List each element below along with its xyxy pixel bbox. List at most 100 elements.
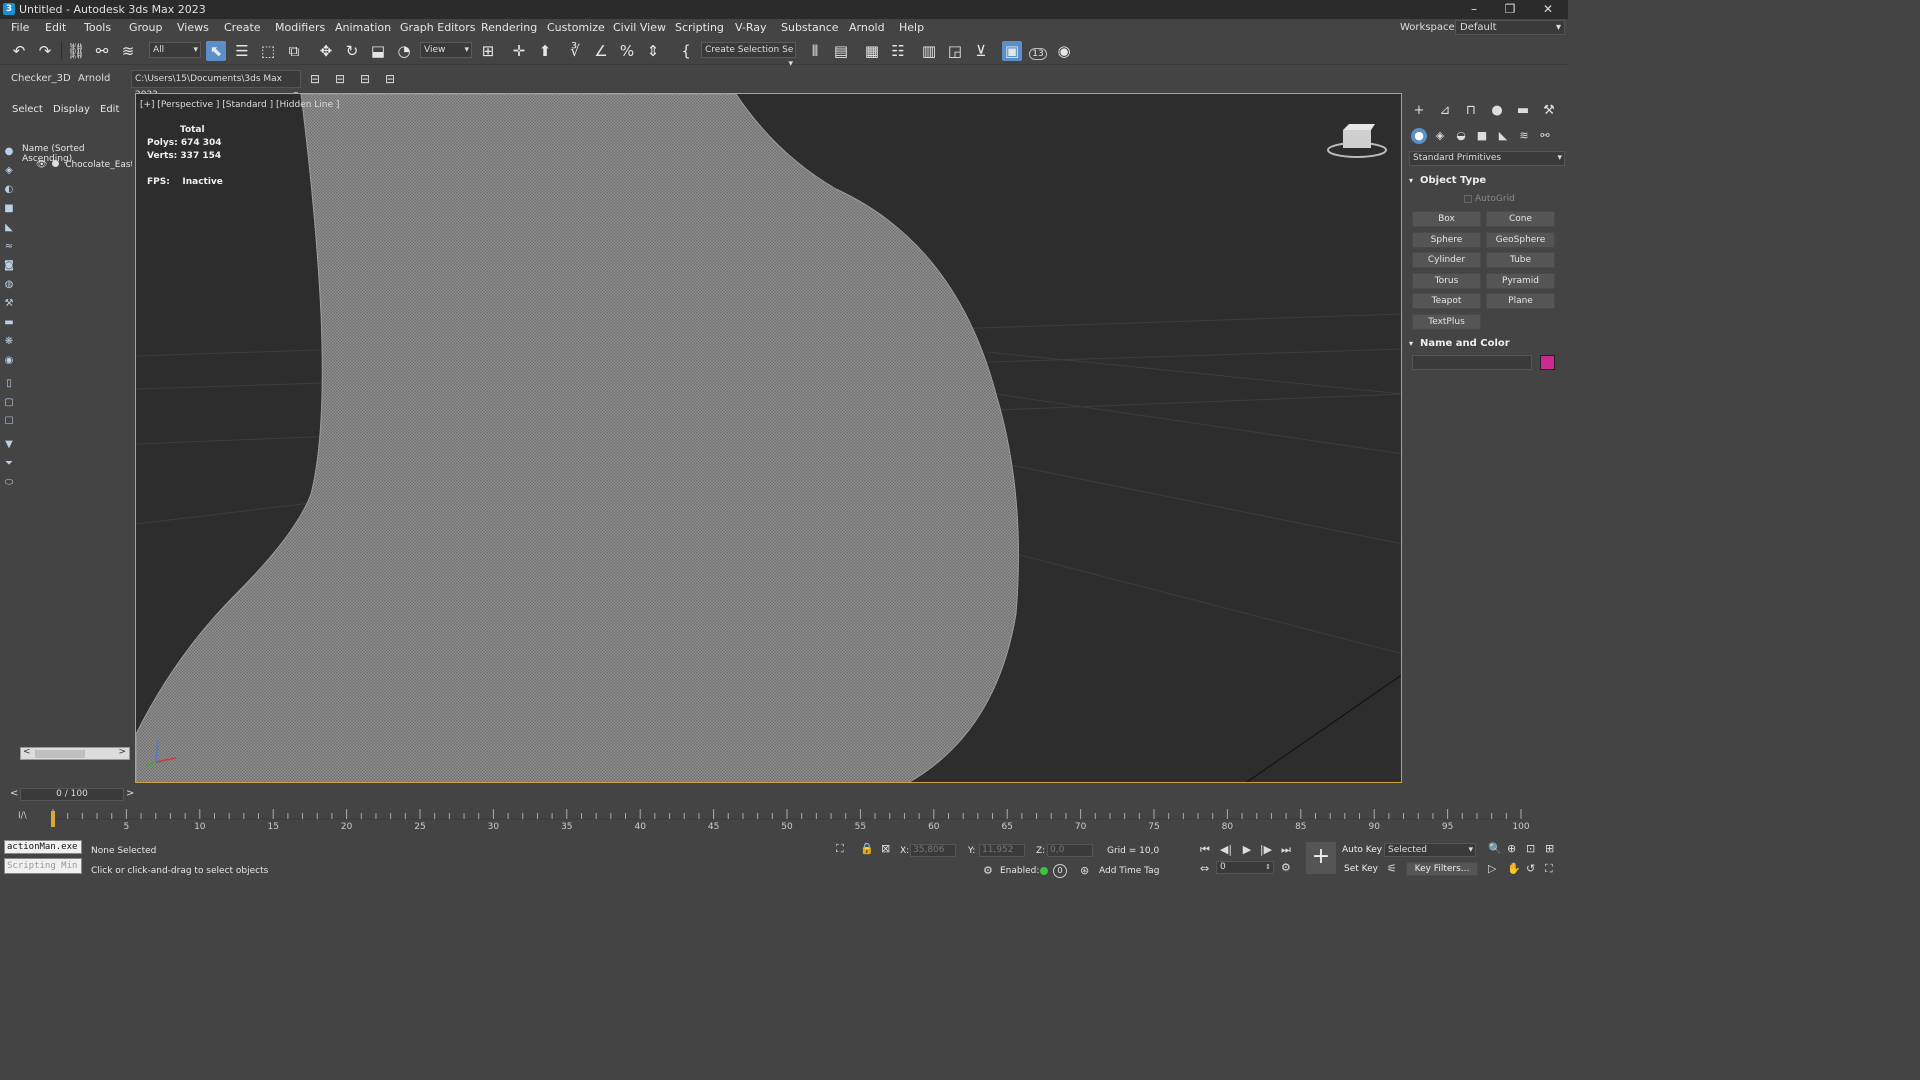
render-setup-icon[interactable]: 13 — [1028, 41, 1048, 61]
z-coordinate-field[interactable]: 0,0 — [1047, 844, 1093, 857]
material-editor-icon[interactable]: ▣ — [1002, 41, 1022, 61]
menu-edit[interactable]: Edit — [45, 21, 66, 34]
orbit-icon[interactable]: ↺ — [1526, 862, 1535, 875]
adaptive-degradation-icon[interactable]: ⚙ — [983, 864, 993, 877]
angle-snap-icon[interactable]: ∠ — [591, 41, 611, 61]
display-groups-icon[interactable]: ◍ — [3, 279, 15, 291]
undo-icon[interactable]: ↶ — [9, 41, 29, 61]
shapes-category-icon[interactable]: ◈ — [1432, 128, 1448, 144]
textplus-button[interactable]: TextPlus — [1412, 314, 1481, 330]
display-shapes-icon[interactable]: ◐ — [3, 184, 15, 196]
menu-views[interactable]: Views — [177, 21, 209, 34]
previous-frame-icon[interactable]: < — [10, 788, 18, 799]
zoom-icon[interactable]: 🔍 — [1488, 842, 1502, 855]
time-configuration-icon[interactable]: ⚙ — [1281, 861, 1291, 874]
bind-space-warp-icon[interactable]: ≋ — [118, 41, 138, 61]
scrollbar-thumb[interactable] — [35, 750, 85, 758]
set-key-plus-icon[interactable]: + — [1306, 842, 1336, 874]
maxscript-listener-output[interactable]: actionMan.exe — [4, 840, 82, 854]
project-folder-icon[interactable]: ⊟ — [331, 70, 349, 88]
previous-key-icon[interactable]: ◀| — [1218, 843, 1234, 857]
isolate-selection-icon[interactable]: ⛶ — [836, 842, 844, 856]
restore-button[interactable]: ❐ — [1495, 1, 1525, 17]
helpers-category-icon[interactable]: ◣ — [1495, 128, 1511, 144]
object-name-input[interactable] — [1412, 355, 1532, 370]
close-button[interactable]: ✕ — [1533, 1, 1563, 17]
menu-scripting[interactable]: Scripting — [675, 21, 724, 34]
set-project-folder-icon[interactable]: ⊟ — [306, 70, 324, 88]
y-coordinate-field[interactable]: 11,952 — [979, 844, 1025, 857]
scene-object-row[interactable]: 👁 Chocolate_Easte — [36, 160, 132, 174]
horizontal-scrollbar[interactable]: < > — [20, 747, 130, 760]
primitive-category-dropdown[interactable]: Standard Primitives ▾ — [1409, 151, 1565, 166]
display-helpers-icon[interactable]: ≈ — [3, 241, 15, 253]
utilities-tab-icon[interactable]: ⚒ — [1540, 102, 1558, 120]
teapot-button[interactable]: Teapot — [1412, 293, 1481, 309]
display-containers-icon[interactable]: ❋ — [3, 336, 15, 348]
select-and-move-icon[interactable]: ✥ — [316, 41, 336, 61]
space-warps-category-icon[interactable]: ≋ — [1516, 128, 1532, 144]
time-tag-icon[interactable]: ⊛ — [1080, 864, 1089, 877]
display-all-icon[interactable]: ● — [3, 146, 15, 158]
geosphere-button[interactable]: GeoSphere — [1486, 232, 1555, 248]
sphere-button[interactable]: Sphere — [1412, 232, 1481, 248]
pyramid-button[interactable]: Pyramid — [1486, 273, 1555, 289]
spinner-arrows-icon[interactable]: ⇕ — [1265, 862, 1271, 873]
viewport-label[interactable]: [+] [Perspective ] [Standard ] [Hidden L… — [140, 100, 339, 110]
x-coordinate-field[interactable]: 35,806 — [910, 844, 956, 857]
display-xrefs-icon[interactable]: ⚒ — [3, 298, 15, 310]
zoom-extents-icon[interactable]: ⊡ — [1526, 842, 1535, 855]
menu-modifiers[interactable]: Modifiers — [275, 21, 325, 34]
menu-rendering[interactable]: Rendering — [481, 21, 537, 34]
unlink-icon[interactable]: ⚯ — [92, 41, 112, 61]
pan-view-icon[interactable]: ✋ — [1507, 862, 1521, 875]
display-hidden-icon[interactable]: ▯ — [3, 378, 15, 390]
viewcube-icon[interactable] — [1327, 122, 1387, 160]
window-crossing-icon[interactable]: ⧉ — [284, 41, 304, 61]
name-and-color-rollout-header[interactable]: ▾ Name and Color — [1409, 338, 1559, 349]
select-object-icon[interactable]: ⬉ — [206, 41, 226, 61]
snaps-toggle-icon[interactable]: ∛ — [565, 41, 585, 61]
named-selection-dropdown[interactable]: Create Selection Se ▾ — [701, 42, 796, 69]
display-frozen-icon[interactable]: ◉ — [3, 355, 15, 367]
tab-arnold[interactable]: Arnold — [78, 73, 110, 84]
modify-tab-icon[interactable]: ⊿ — [1436, 102, 1454, 120]
play-icon[interactable]: ▶ — [1239, 843, 1255, 857]
menu-tools[interactable]: Tools — [84, 21, 111, 34]
absolute-mode-icon[interactable]: ⊠ — [881, 842, 890, 855]
menu-substance[interactable]: Substance — [781, 21, 839, 34]
enabled-count[interactable]: 0 — [1053, 864, 1067, 878]
minimize-button[interactable]: – — [1459, 1, 1489, 17]
key-mode-toggle-icon[interactable]: ⇔ — [1200, 862, 1209, 875]
curve-editor-icon[interactable]: ◲ — [945, 41, 965, 61]
autogrid-checkbox[interactable]: AutoGrid — [1464, 194, 1515, 204]
display-lights-icon[interactable]: ■ — [3, 203, 15, 215]
pivot-center-icon[interactable]: ⊞ — [478, 41, 498, 61]
key-mode-dropdown[interactable]: Selected ▾ — [1384, 843, 1476, 857]
manipulate-icon[interactable]: ✛ — [509, 41, 529, 61]
next-frame-icon[interactable]: > — [126, 788, 134, 799]
funnel-icon[interactable]: ⏷ — [3, 458, 15, 470]
motion-tab-icon[interactable]: ● — [1488, 102, 1506, 120]
project-create-icon[interactable]: ⊟ — [381, 70, 399, 88]
link-icon[interactable]: ⛓ — [66, 41, 86, 61]
scroll-right-icon[interactable]: > — [118, 747, 126, 757]
selection-filter-dropdown[interactable]: All ▾ — [149, 42, 201, 58]
field-of-view-icon[interactable]: ▷ — [1488, 862, 1496, 875]
maximize-viewport-icon[interactable]: ⛶ — [1545, 862, 1553, 876]
selection-lock-icon[interactable]: 🔒 — [860, 842, 874, 855]
object-color-swatch[interactable] — [1540, 355, 1555, 370]
key-filters-button[interactable]: Key Filters... — [1406, 862, 1478, 876]
menu-animation[interactable]: Animation — [335, 21, 391, 34]
display-geometry-icon[interactable]: ◈ — [3, 165, 15, 177]
select-and-place-icon[interactable]: ◔ — [394, 41, 414, 61]
menu-v-ray[interactable]: V-Ray — [735, 21, 767, 34]
project-open-icon[interactable]: ⊟ — [356, 70, 374, 88]
scroll-left-icon[interactable]: < — [23, 747, 31, 757]
menu-arnold[interactable]: Arnold — [849, 21, 885, 34]
set-key-filters-icon[interactable]: ⚟ — [1387, 862, 1397, 875]
menu-civil-view[interactable]: Civil View — [613, 21, 666, 34]
display-bones-icon[interactable]: ▬ — [3, 317, 15, 329]
zoom-all-icon[interactable]: ⊕ — [1507, 842, 1516, 855]
display-references-icon[interactable]: ☐ — [3, 416, 15, 428]
